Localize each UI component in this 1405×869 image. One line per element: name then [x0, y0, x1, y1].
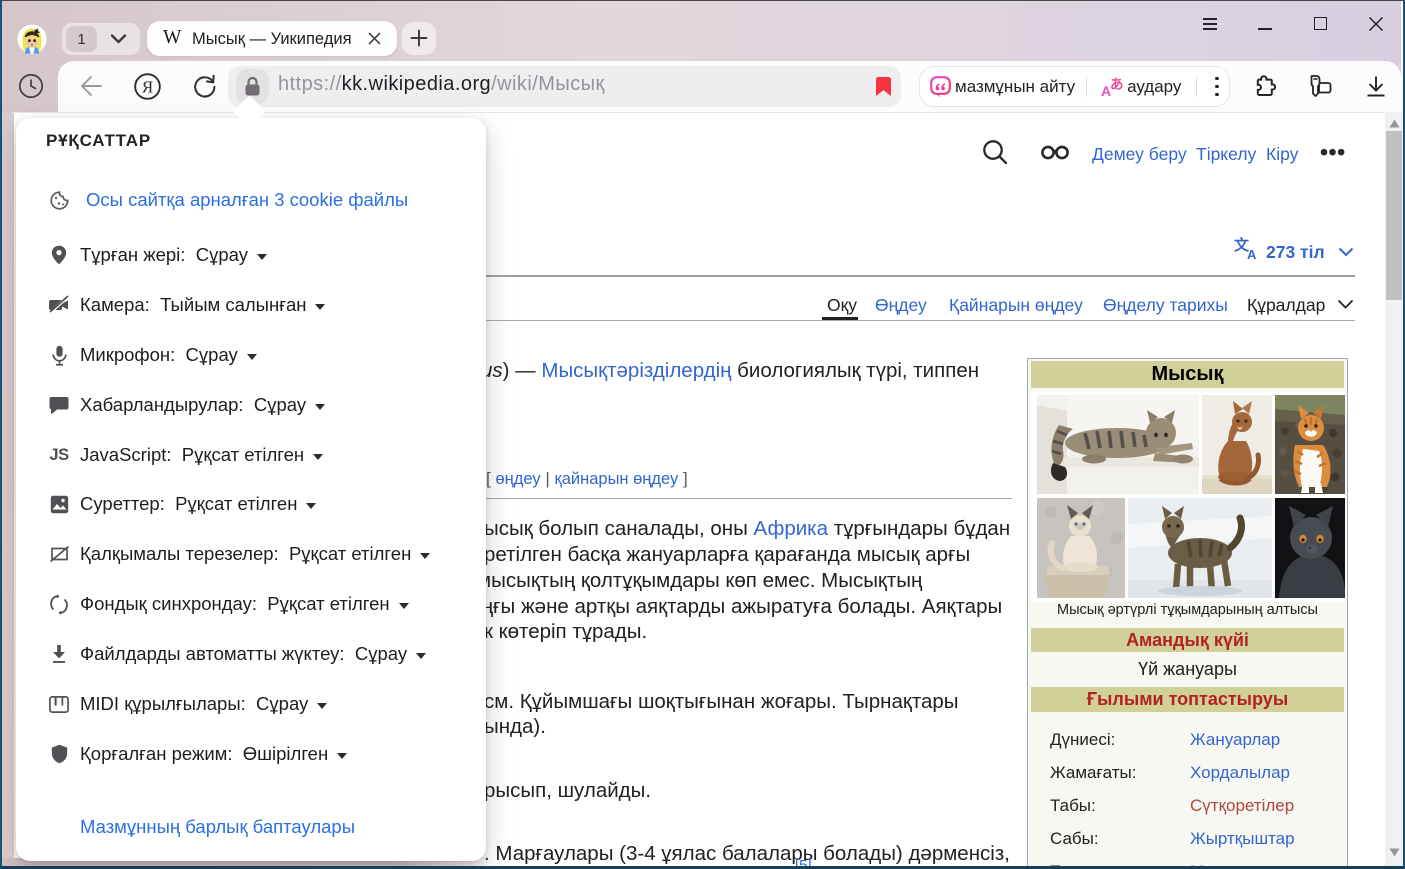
- svg-text:あ: あ: [1110, 77, 1124, 92]
- svg-text:A: A: [1247, 247, 1257, 260]
- svg-text:Я: Я: [142, 78, 153, 97]
